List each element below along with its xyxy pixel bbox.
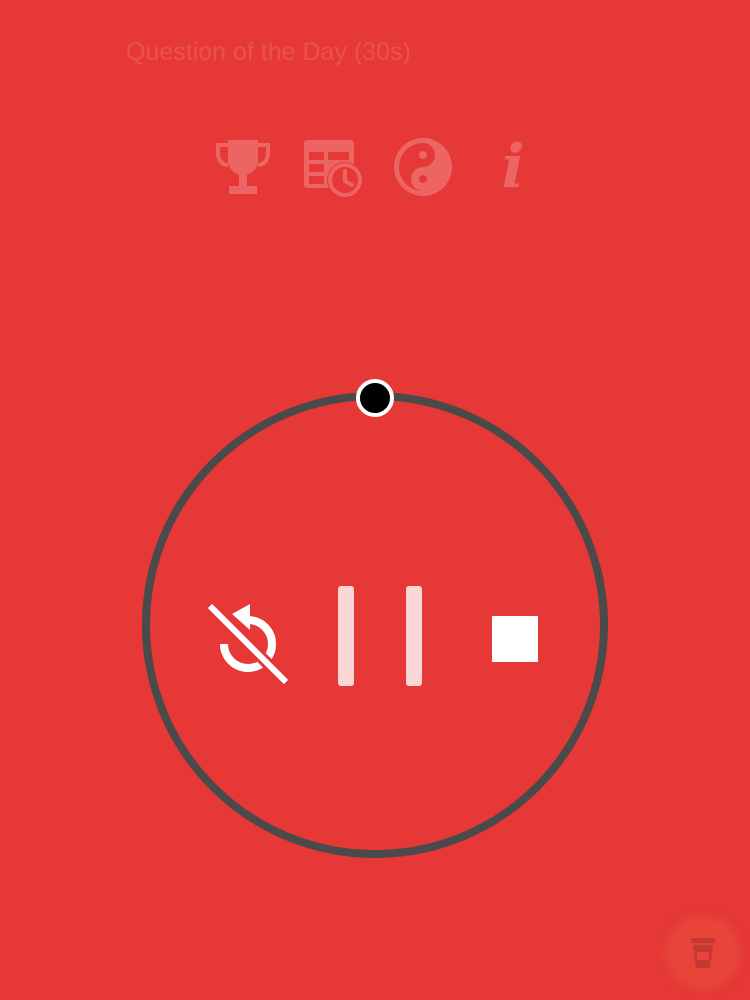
reset-off-icon — [205, 601, 291, 687]
pause-icon — [334, 584, 426, 688]
timer-screen: Question of the Day (30s) i — [0, 0, 750, 1000]
toolbar: i — [0, 132, 750, 204]
repeat-off-button[interactable] — [204, 600, 292, 688]
stop-icon — [492, 616, 538, 662]
schedule-table-icon — [304, 140, 363, 198]
pause-button[interactable] — [334, 584, 426, 688]
page-title: Question of the Day (30s) — [126, 38, 411, 66]
timer-progress-knob[interactable] — [355, 378, 395, 418]
trophy-button[interactable] — [208, 132, 278, 202]
pause-bar-left — [338, 586, 354, 686]
stop-button[interactable] — [490, 612, 542, 664]
cup-icon — [691, 938, 715, 968]
info-button[interactable]: i — [478, 132, 548, 202]
info-icon: i — [501, 132, 525, 202]
cup-button[interactable] — [670, 920, 736, 986]
trophy-icon — [216, 140, 270, 194]
yin-yang-button[interactable] — [388, 132, 458, 202]
pause-bar-right — [406, 586, 422, 686]
yin-yang-icon — [394, 138, 452, 196]
schedule-button[interactable] — [298, 132, 368, 202]
